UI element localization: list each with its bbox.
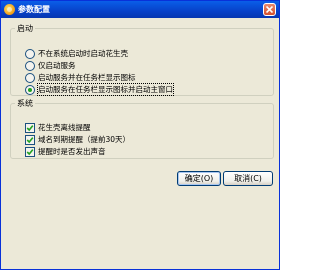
checkmark-icon (26, 137, 34, 144)
radio-label: 启动服务并在任务栏显示图标 (38, 73, 136, 82)
radio-label: 仅启动服务 (38, 61, 76, 70)
radio-label: 启动服务在任务栏显示图标并启动主窗口 (37, 83, 174, 96)
checkbox[interactable] (25, 147, 35, 157)
title-bar[interactable]: 参数配置 (1, 1, 279, 18)
checkbox-label: 花生壳离线提醒 (38, 123, 91, 132)
oray-logo-icon (4, 4, 15, 15)
settings-dialog: 参数配置 启动 不在系统启动时启动花生壳 仅启动服务 启动服务并在任务栏显示图标… (0, 0, 280, 270)
ok-button[interactable]: 确定(O) (177, 171, 221, 186)
radio-button[interactable] (25, 49, 35, 59)
system-group-legend: 系统 (17, 99, 33, 108)
cancel-button[interactable]: 取消(C) (223, 171, 273, 186)
checkbox[interactable] (25, 123, 35, 133)
radio-button-selected[interactable] (25, 85, 35, 95)
checkmark-icon (26, 125, 34, 132)
window-title: 参数配置 (18, 5, 50, 14)
checkbox[interactable] (25, 135, 35, 145)
checkbox-label: 域名到期提醒（提前30天） (38, 135, 131, 144)
close-button[interactable] (263, 3, 276, 16)
radio-button[interactable] (25, 61, 35, 71)
close-icon (266, 6, 273, 13)
system-group: 系统 花生壳离线提醒 域名到期提醒（提前30天） 提醒时是否发出声音 (10, 99, 274, 159)
checkmark-icon (26, 149, 34, 156)
radio-label: 不在系统启动时启动花生壳 (38, 49, 128, 58)
checkbox-label: 提醒时是否发出声音 (38, 147, 106, 156)
startup-group: 启动 不在系统启动时启动花生壳 仅启动服务 启动服务并在任务栏显示图标 启动服务… (10, 24, 274, 96)
startup-group-legend: 启动 (17, 24, 33, 33)
radio-button[interactable] (25, 73, 35, 83)
